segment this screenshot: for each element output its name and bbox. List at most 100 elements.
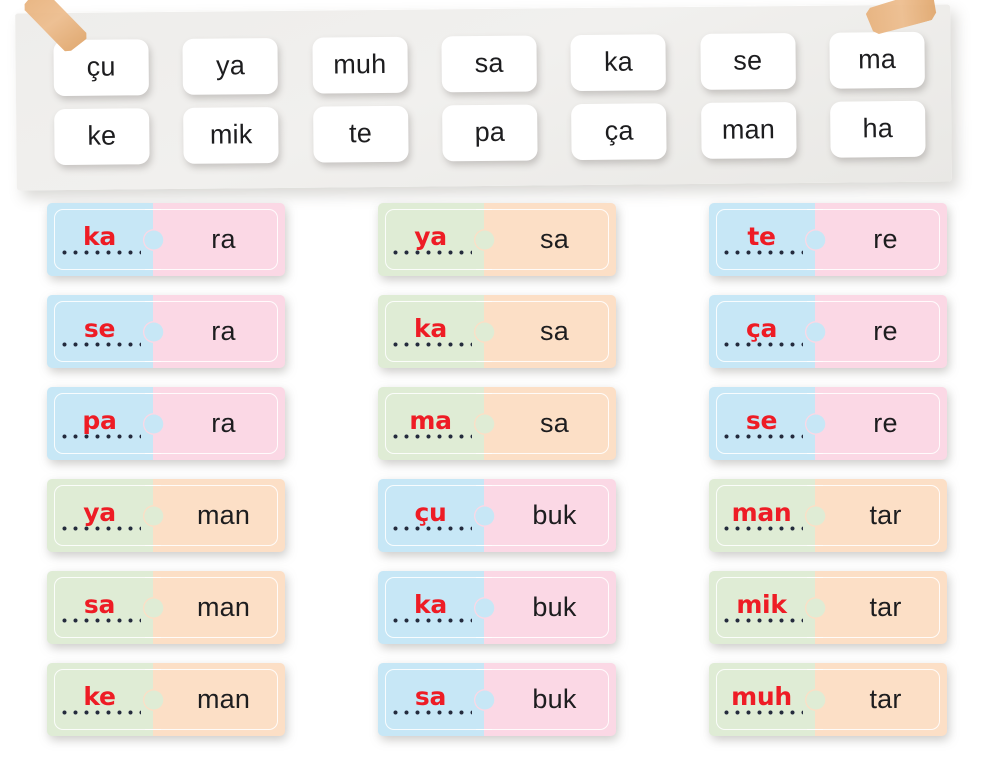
syllable-bank: çu ya muh sa ka se ma ke mik te pa ça man ha (15, 8, 952, 191)
puzzle-piece-suffix-half: sa (475, 295, 616, 368)
puzzle-piece[interactable]: muh tar (708, 663, 947, 736)
puzzle-piece-suffix-half: man (144, 663, 285, 736)
puzzle-piece-suffix-half: man (144, 479, 285, 552)
puzzle-piece-answer-half[interactable]: ka (46, 203, 161, 276)
handwritten-answer: ya (83, 498, 116, 527)
puzzle-piece-answer-half[interactable]: ça (708, 295, 823, 368)
handwritten-answer: sa (414, 682, 447, 711)
puzzle-piece[interactable]: pa ra (46, 387, 285, 460)
syllable-card[interactable]: ya (182, 37, 279, 95)
syllable-card[interactable]: man (700, 101, 797, 159)
puzzle-piece[interactable]: sa man (46, 571, 285, 644)
puzzle-piece-suffix-half: ra (144, 295, 285, 368)
puzzle-piece[interactable]: ça re (708, 295, 947, 368)
puzzle-grid: ka ra ya sa te re se ra ka sa ça re pa ra ma sa se re ya ma… (0, 203, 993, 736)
syllable-card[interactable]: se (700, 32, 796, 90)
handwritten-answer: muh (731, 682, 792, 711)
puzzle-piece[interactable]: mik tar (708, 571, 947, 644)
syllable-card[interactable]: pa (442, 103, 538, 161)
syllable-card[interactable]: mik (183, 106, 279, 164)
puzzle-piece-suffix-half: re (806, 295, 947, 368)
puzzle-piece[interactable]: se re (708, 387, 947, 460)
puzzle-piece-answer-half[interactable]: ka (377, 295, 492, 368)
handwritten-answer: ya (414, 222, 447, 251)
handwritten-answer: ke (83, 682, 116, 711)
syllable-card[interactable]: ka (570, 33, 667, 91)
puzzle-piece-answer-half[interactable]: sa (377, 663, 492, 736)
handwritten-answer: pa (82, 406, 117, 435)
puzzle-piece[interactable]: ke man (46, 663, 285, 736)
puzzle-piece[interactable]: sa buk (377, 663, 616, 736)
handwritten-answer: çu (414, 498, 447, 527)
puzzle-piece-answer-half[interactable]: ka (377, 571, 492, 644)
handwritten-answer: mik (736, 590, 787, 619)
handwritten-answer: ça (745, 314, 778, 343)
suffix-label: tar (869, 684, 902, 714)
syllable-card[interactable]: sa (441, 34, 537, 92)
puzzle-piece-answer-half[interactable]: ya (377, 203, 492, 276)
suffix-label: tar (869, 500, 902, 530)
puzzle-piece[interactable]: çu buk (377, 479, 616, 552)
suffix-label: man (196, 500, 251, 530)
suffix-label: man (196, 684, 251, 714)
puzzle-piece[interactable]: ka ra (46, 203, 285, 276)
puzzle-piece[interactable]: ya sa (377, 203, 616, 276)
suffix-label: sa (540, 408, 569, 438)
syllable-card[interactable]: muh (312, 36, 408, 94)
puzzle-piece[interactable]: ka buk (377, 571, 616, 644)
puzzle-piece-suffix-half: buk (475, 663, 616, 736)
syllable-card[interactable]: ça (571, 102, 667, 160)
puzzle-piece-suffix-half: buk (475, 571, 616, 644)
handwritten-answer: man (731, 498, 792, 527)
syllable-card[interactable]: ma (829, 31, 925, 89)
handwritten-answer: te (747, 222, 776, 251)
suffix-label: ra (211, 408, 236, 438)
worksheet-page: çu ya muh sa ka se ma ke mik te pa ça man ha ka ra ya s… (0, 0, 993, 763)
puzzle-piece-answer-half[interactable]: se (46, 295, 161, 368)
handwritten-answer: ka (414, 590, 447, 619)
puzzle-piece-answer-half[interactable]: ya (46, 479, 161, 552)
suffix-label: re (873, 408, 898, 438)
puzzle-piece[interactable]: se ra (46, 295, 285, 368)
puzzle-piece[interactable]: ma sa (377, 387, 616, 460)
handwritten-answer: se (83, 314, 116, 343)
puzzle-piece-answer-half[interactable]: ke (46, 663, 161, 736)
puzzle-piece-suffix-half: tar (806, 479, 947, 552)
suffix-label: sa (540, 224, 569, 254)
puzzle-piece-answer-half[interactable]: man (708, 479, 823, 552)
puzzle-piece-suffix-half: ra (144, 387, 285, 460)
puzzle-piece-answer-half[interactable]: se (708, 387, 823, 460)
syllable-card[interactable]: ha (830, 100, 926, 158)
suffix-label: buk (532, 684, 577, 714)
puzzle-piece-answer-half[interactable]: muh (708, 663, 823, 736)
puzzle-piece-answer-half[interactable]: mik (708, 571, 823, 644)
puzzle-piece[interactable]: te re (708, 203, 947, 276)
handwritten-answer: se (745, 406, 778, 435)
puzzle-piece-answer-half[interactable]: te (708, 203, 823, 276)
puzzle-piece-suffix-half: re (806, 387, 947, 460)
puzzle-piece[interactable]: ka sa (377, 295, 616, 368)
puzzle-piece-answer-half[interactable]: pa (46, 387, 161, 460)
puzzle-piece-suffix-half: re (806, 203, 947, 276)
suffix-label: buk (532, 500, 577, 530)
suffix-label: ra (211, 224, 236, 254)
puzzle-piece-suffix-half: sa (475, 387, 616, 460)
syllable-bank-row-1: çu ya muh sa ka se ma (53, 31, 925, 96)
handwritten-answer: ka (83, 222, 116, 251)
puzzle-piece-suffix-half: man (144, 571, 285, 644)
syllable-card[interactable]: ke (54, 107, 150, 165)
puzzle-piece[interactable]: man tar (708, 479, 947, 552)
suffix-label: ra (211, 316, 236, 346)
suffix-label: re (873, 316, 898, 346)
puzzle-piece-answer-half[interactable]: çu (377, 479, 492, 552)
suffix-label: buk (532, 592, 577, 622)
puzzle-piece-suffix-half: tar (806, 663, 947, 736)
puzzle-piece[interactable]: ya man (46, 479, 285, 552)
suffix-label: man (196, 592, 251, 622)
puzzle-piece-answer-half[interactable]: ma (377, 387, 492, 460)
suffix-label: tar (869, 592, 902, 622)
syllable-card[interactable]: te (312, 105, 409, 163)
syllable-bank-row-2: ke mik te pa ça man ha (54, 100, 926, 165)
puzzle-piece-suffix-half: tar (806, 571, 947, 644)
puzzle-piece-answer-half[interactable]: sa (46, 571, 161, 644)
